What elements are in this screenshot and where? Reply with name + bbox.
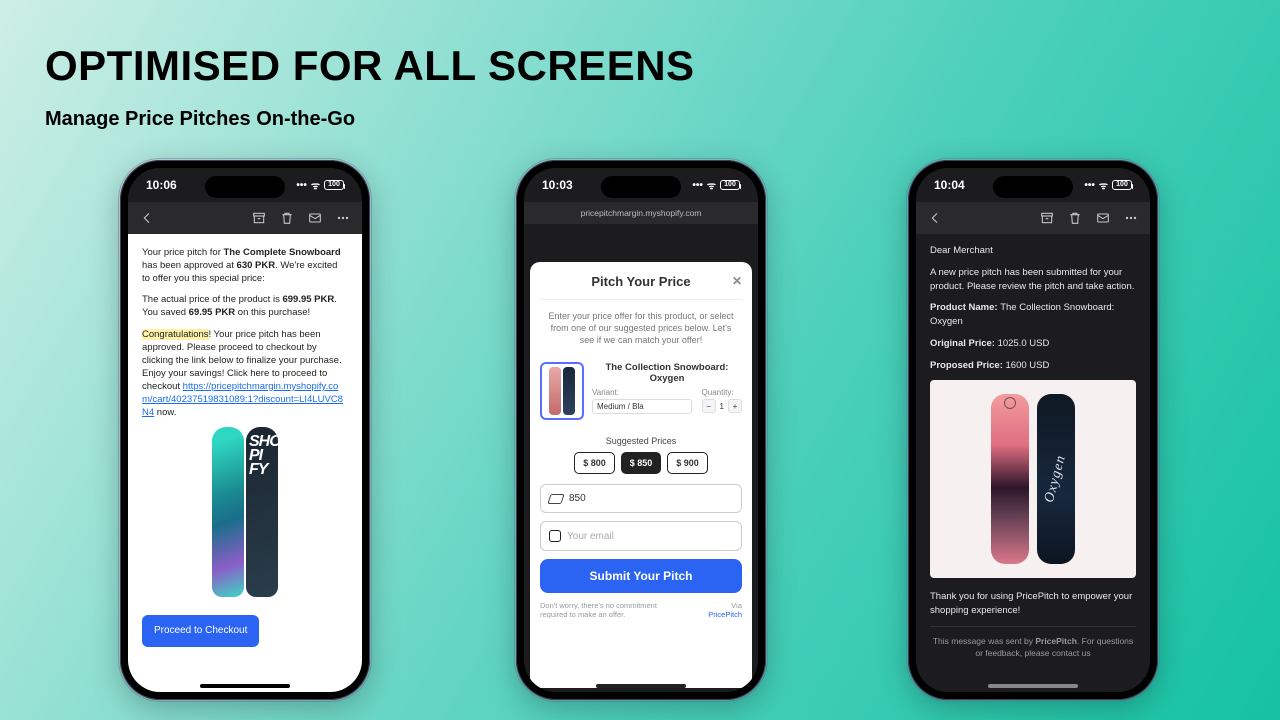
product-name-label: Product Name: [930, 302, 1000, 313]
mail-toolbar [916, 202, 1150, 234]
price-chip[interactable]: $ 800 [574, 452, 615, 474]
congrats-highlight: Congratulations [142, 329, 209, 340]
phone-mockup-1: 10:06 ••• ᯤ 100 Your price pitch for The… [120, 160, 370, 700]
mail-icon[interactable] [1094, 209, 1112, 227]
checkbox-icon[interactable] [549, 530, 561, 542]
greeting: Dear Merchant [930, 244, 1136, 258]
signal-icon: ••• [692, 180, 703, 191]
email-text: now. [154, 407, 176, 418]
brand-name: PricePitch [1035, 636, 1077, 646]
archive-icon[interactable] [1038, 209, 1056, 227]
price-value: 850 [569, 493, 586, 504]
modal-description: Enter your price offer for this product,… [540, 299, 742, 356]
price-input[interactable]: 850 [540, 484, 742, 513]
wifi-icon: ᯤ [1099, 178, 1108, 192]
page-title: OPTIMISED FOR ALL SCREENS [45, 42, 695, 90]
qty-value: 1 [720, 402, 724, 411]
saved-amount: 69.95 PKR [189, 307, 235, 318]
email-input[interactable]: Your email [540, 521, 742, 551]
email-text: Your price pitch for [142, 247, 224, 258]
sent-text: This message was sent by [933, 636, 1036, 646]
snowboard-graphic [1037, 394, 1075, 564]
email-product: The Complete Snowboard [224, 247, 341, 258]
archive-icon[interactable] [250, 209, 268, 227]
wifi-icon: ᯤ [707, 178, 716, 192]
variant-select[interactable]: Medium / Bla [592, 399, 692, 414]
quantity-label: Quantity: [702, 388, 742, 397]
mail-toolbar [128, 202, 362, 234]
brand-link[interactable]: PricePitch [708, 610, 742, 619]
email-text: has been approved at [142, 260, 237, 271]
more-icon[interactable] [1122, 209, 1140, 227]
product-image-panel [930, 380, 1136, 578]
proposed-price-label: Proposed Price: [930, 360, 1006, 371]
back-icon[interactable] [138, 209, 156, 227]
phone-mockup-3: 10:04 ••• ᯤ 100 Dear Merchant A new pric… [908, 160, 1158, 700]
proposed-price-value: 1600 USD [1006, 360, 1050, 371]
snowboard-graphic [991, 394, 1029, 564]
proceed-checkout-button[interactable]: Proceed to Checkout [142, 615, 259, 647]
email-body: Your price pitch for The Complete Snowbo… [128, 234, 362, 692]
tag-icon [547, 494, 564, 504]
variant-label: Variant: [592, 388, 692, 397]
wifi-icon: ᯤ [311, 178, 320, 192]
footer-disclaimer: Don't worry, there's no commitment requi… [540, 601, 680, 619]
pitch-modal: Pitch Your Price ✕ Enter your price offe… [530, 262, 752, 688]
snowboard-graphic [212, 427, 244, 597]
original-price-value: 1025.0 USD [998, 338, 1050, 349]
home-indicator[interactable] [200, 684, 290, 688]
status-time: 10:04 [934, 178, 965, 192]
product-name: The Collection Snowboard: Oxygen [592, 362, 742, 384]
signal-icon: ••• [296, 180, 307, 191]
battery-icon: 100 [720, 180, 740, 190]
suggested-label: Suggested Prices [540, 436, 742, 446]
home-indicator[interactable] [988, 684, 1078, 688]
merchant-email-body: Dear Merchant A new price pitch has been… [916, 234, 1150, 692]
price-chip[interactable]: $ 900 [667, 452, 708, 474]
qty-plus-button[interactable]: + [728, 399, 742, 413]
status-time: 10:06 [146, 178, 177, 192]
back-icon[interactable] [926, 209, 944, 227]
price-chip-selected[interactable]: $ 850 [621, 452, 662, 474]
snowboard-graphic [246, 427, 278, 597]
trash-icon[interactable] [278, 209, 296, 227]
battery-icon: 100 [1112, 180, 1132, 190]
signal-icon: ••• [1084, 180, 1095, 191]
intro-text: A new price pitch has been submitted for… [930, 266, 1136, 294]
browser-url[interactable]: pricepitchmargin.myshopify.com [524, 202, 758, 224]
email-footer: This message was sent by PricePitch. For… [930, 626, 1136, 660]
email-text: The actual price of the product is [142, 294, 282, 305]
snowboard-mini [549, 367, 561, 415]
status-time: 10:03 [542, 178, 573, 192]
original-price-label: Original Price: [930, 338, 998, 349]
mail-icon[interactable] [306, 209, 324, 227]
dynamic-island [601, 176, 681, 198]
email-text: on this purchase! [235, 307, 310, 318]
qty-minus-button[interactable]: − [702, 399, 716, 413]
page-subtitle: Manage Price Pitches On-the-Go [45, 108, 355, 131]
approved-price: 630 PKR [237, 260, 276, 271]
snowboard-mini [563, 367, 575, 415]
dynamic-island [205, 176, 285, 198]
trash-icon[interactable] [1066, 209, 1084, 227]
dynamic-island [993, 176, 1073, 198]
more-icon[interactable] [334, 209, 352, 227]
via-label: Via [731, 601, 742, 610]
actual-price: 699.95 PKR [282, 294, 334, 305]
product-image [142, 427, 348, 597]
home-indicator[interactable] [596, 684, 686, 688]
battery-icon: 100 [324, 180, 344, 190]
submit-pitch-button[interactable]: Submit Your Pitch [540, 559, 742, 593]
product-thumbnail[interactable] [540, 362, 584, 420]
phone-mockup-2: 10:03 ••• ᯤ 100 pricepitchmargin.myshopi… [516, 160, 766, 700]
close-icon[interactable]: ✕ [732, 274, 742, 288]
email-placeholder: Your email [567, 531, 614, 542]
modal-title: Pitch Your Price [591, 274, 690, 289]
thank-you-text: Thank you for using PricePitch to empowe… [930, 590, 1136, 618]
